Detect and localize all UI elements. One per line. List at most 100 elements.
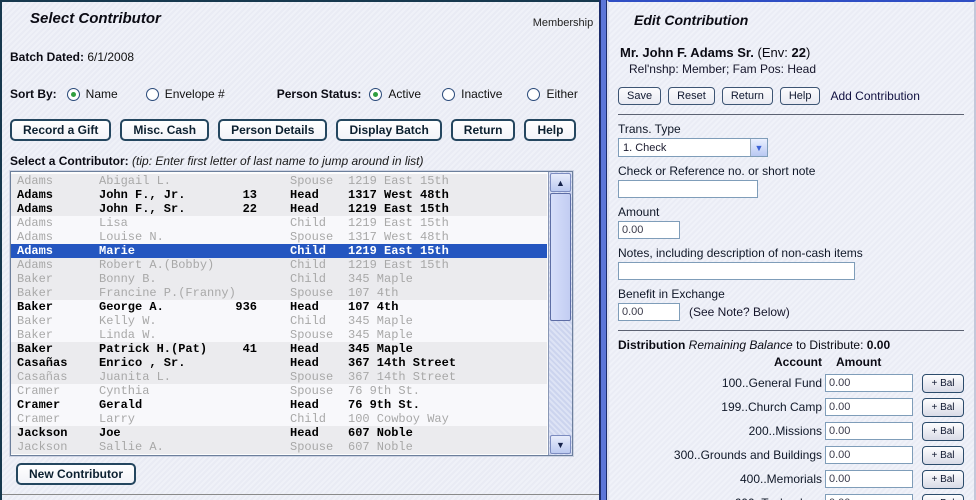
list-item[interactable]: Adams Marie Child 1219 East 15th [11, 244, 547, 258]
cell-address: 607 Noble [348, 440, 413, 454]
panel-divider [599, 0, 607, 500]
list-item[interactable]: Baker Bonny B. Child 345 Maple [11, 272, 547, 286]
list-scrollbar[interactable]: ▲ ▼ [548, 172, 572, 455]
list-item[interactable]: Cramer Gerald Head 76 9th St. [11, 398, 547, 412]
list-item[interactable]: Jackson Sallie A. Spouse 607 Noble [11, 440, 547, 454]
add-balance-button[interactable]: + Bal [922, 422, 964, 441]
account-amount-input[interactable] [825, 446, 913, 464]
cell-envelope [229, 426, 257, 440]
add-balance-button[interactable]: + Bal [922, 398, 964, 417]
cell-envelope [229, 398, 257, 412]
cell-position: Head [290, 356, 344, 370]
status-inactive-radio[interactable]: Inactive [442, 87, 502, 101]
add-balance-button[interactable]: + Bal [922, 446, 964, 465]
check-ref-input[interactable] [618, 180, 758, 198]
add-balance-button[interactable]: + Bal [922, 494, 964, 500]
scrollbar-thumb[interactable] [550, 193, 571, 321]
list-item[interactable]: Adams Lisa Child 1219 East 15th [11, 216, 547, 230]
help-button-right[interactable]: Help [780, 87, 821, 105]
list-label-text: Select a Contributor: [10, 154, 129, 168]
return-button[interactable]: Return [451, 119, 516, 141]
list-item[interactable]: Casañas Juanita L. Spouse 367 14th Stree… [11, 370, 547, 384]
cell-first-name: Marie [99, 244, 229, 258]
cell-envelope [229, 272, 257, 286]
cell-last-name: Adams [17, 216, 99, 230]
list-item[interactable]: Adams Louise N. Spouse 1317 West 48th [11, 230, 547, 244]
cell-address: 1317 West 48th [348, 230, 449, 244]
cell-address: 1219 East 15th [348, 244, 449, 258]
reset-button[interactable]: Reset [668, 87, 715, 105]
cell-position: Spouse [290, 174, 344, 188]
notes-input[interactable] [618, 262, 855, 280]
save-button[interactable]: Save [618, 87, 661, 105]
list-item[interactable]: Adams John F., Sr. 22 Head 1219 East 15t… [11, 202, 547, 216]
cell-last-name: Cramer [17, 412, 99, 426]
cell-address: 345 Maple [348, 272, 413, 286]
cell-position: Spouse [290, 440, 344, 454]
cell-address: 107 4th [348, 286, 398, 300]
add-balance-button[interactable]: + Bal [922, 470, 964, 489]
cell-last-name: Baker [17, 272, 99, 286]
trans-type-select[interactable]: 1. Check ▼ [618, 138, 768, 157]
cell-envelope: 22 [229, 202, 257, 216]
scroll-down-icon[interactable]: ▼ [550, 435, 571, 454]
radio-icon[interactable] [67, 88, 80, 101]
radio-icon[interactable] [527, 88, 540, 101]
amount-label: Amount [618, 205, 964, 219]
cell-envelope: 936 [229, 300, 257, 314]
cell-position: Spouse [290, 370, 344, 384]
list-item[interactable]: Cramer Cynthia Spouse 76 9th St. [11, 384, 547, 398]
help-button[interactable]: Help [524, 119, 576, 141]
contributor-list-label: Select a Contributor: (tip: Enter first … [10, 154, 599, 168]
radio-icon[interactable] [369, 88, 382, 101]
return-button-right[interactable]: Return [722, 87, 773, 105]
misc-cash-button[interactable]: Misc. Cash [120, 119, 209, 141]
cell-first-name: Louise N. [99, 230, 229, 244]
cell-address: 1219 East 15th [348, 216, 449, 230]
status-either-radio[interactable]: Either [527, 87, 577, 101]
list-item[interactable]: Adams Robert A.(Bobby) Child 1219 East 1… [11, 258, 547, 272]
account-amount-input[interactable] [825, 470, 913, 488]
sort-by-envelope-radio[interactable]: Envelope # [146, 87, 225, 101]
add-balance-button[interactable]: + Bal [922, 374, 964, 393]
list-item[interactable]: Baker Patrick H.(Pat) 41 Head 345 Maple [11, 342, 547, 356]
person-status-label: Person Status: [277, 87, 362, 101]
benefit-input[interactable] [618, 303, 680, 321]
record-a-gift-button[interactable]: Record a Gift [10, 119, 111, 141]
membership-nav-link[interactable]: Membership [533, 10, 594, 29]
list-item[interactable]: Baker Linda W. Spouse 345 Maple [11, 328, 547, 342]
contributor-list-rows: Adams Abigail L. Spouse 1219 East 15th A… [11, 174, 547, 454]
cell-first-name: Gerald [99, 398, 229, 412]
cell-envelope [229, 314, 257, 328]
list-item[interactable]: Casañas Enrico , Sr. Head 367 14th Stree… [11, 356, 547, 370]
sort-by-name-radio[interactable]: Name [67, 87, 118, 101]
list-item[interactable]: Baker Kelly W. Child 345 Maple [11, 314, 547, 328]
account-amount-input[interactable] [825, 422, 913, 440]
cell-position: Head [290, 426, 344, 440]
display-batch-button[interactable]: Display Batch [336, 119, 441, 141]
cell-last-name: Baker [17, 314, 99, 328]
account-amount-input[interactable] [825, 374, 913, 392]
list-item[interactable]: Baker Francine P.(Franny) Spouse 107 4th [11, 286, 547, 300]
list-item[interactable]: Baker George A. 936 Head 107 4th [11, 300, 547, 314]
list-item[interactable]: Adams Abigail L. Spouse 1219 East 15th [11, 174, 547, 188]
list-item[interactable]: Cramer Larry Child 100 Cowboy Way [11, 412, 547, 426]
chevron-down-icon[interactable]: ▼ [750, 139, 767, 156]
cell-address: 1317 West 48th [348, 188, 449, 202]
cell-address: 345 Maple [348, 342, 413, 356]
add-contribution-label: Add Contribution [830, 89, 919, 103]
account-amount-input[interactable] [825, 398, 913, 416]
batch-dated-value: 6/1/2008 [87, 50, 134, 64]
amount-input[interactable] [618, 221, 680, 239]
radio-icon[interactable] [146, 88, 159, 101]
scroll-up-icon[interactable]: ▲ [550, 173, 571, 192]
radio-icon[interactable] [442, 88, 455, 101]
list-item[interactable]: Adams John F., Jr. 13 Head 1317 West 48t… [11, 188, 547, 202]
cell-last-name: Casañas [17, 370, 99, 384]
account-amount-input[interactable] [825, 494, 913, 500]
cell-address: 1219 East 15th [348, 202, 449, 216]
new-contributor-button[interactable]: New Contributor [16, 463, 136, 485]
list-item[interactable]: Jackson Joe Head 607 Noble [11, 426, 547, 440]
status-active-radio[interactable]: Active [369, 87, 421, 101]
person-details-button[interactable]: Person Details [218, 119, 327, 141]
